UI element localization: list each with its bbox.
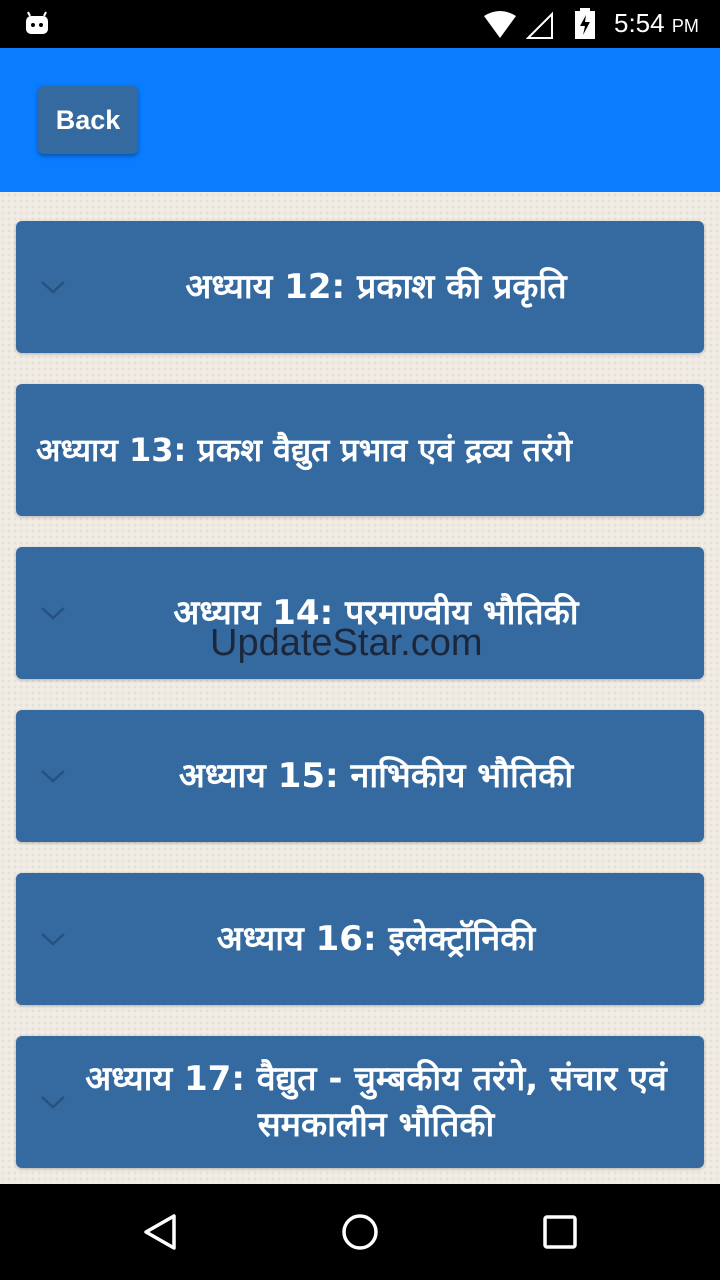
back-button[interactable]: Back <box>38 86 138 154</box>
chapter-item-15[interactable]: अध्याय 15: नाभिकीय भौतिकी <box>16 710 704 842</box>
chapter-title: अध्याय 16: इलेक्ट्रॉनिकी <box>216 919 536 959</box>
chapter-title: अध्याय 17: वैद्युत - चुम्बकीय तरंगे, संच… <box>85 1059 667 1145</box>
status-bar: 5:54 PM <box>0 0 720 48</box>
chapter-item-12[interactable]: अध्याय 12: प्रकाश की प्रकृति <box>16 221 704 353</box>
clock-time: 5:54 <box>614 8 665 38</box>
chapter-item-13[interactable]: अध्याय 13: प्रकश वैद्युत प्रभाव एवं द्रव… <box>16 384 704 516</box>
chapter-list: अध्याय 12: प्रकाश की प्रकृति अध्याय 13: … <box>0 192 720 1184</box>
recents-square-icon[interactable] <box>540 1212 580 1252</box>
wifi-icon <box>484 11 516 38</box>
chapter-title: अध्याय 12: प्रकाश की प्रकृति <box>185 267 567 307</box>
chapter-item-17[interactable]: अध्याय 17: वैद्युत - चुम्बकीय तरंगे, संच… <box>16 1036 704 1168</box>
watermark: UpdateStar.com <box>210 622 483 664</box>
system-nav-bar <box>0 1184 720 1280</box>
back-triangle-icon[interactable] <box>140 1212 180 1252</box>
android-app-icon <box>26 11 48 34</box>
status-clock: 5:54 PM <box>614 8 699 39</box>
signal-icon <box>526 11 553 39</box>
home-circle-icon[interactable] <box>340 1212 380 1252</box>
chapter-title: अध्याय 15: नाभिकीय भौतिकी <box>178 756 574 796</box>
clock-ampm: PM <box>671 16 699 36</box>
chapter-title: अध्याय 13: प्रकश वैद्युत प्रभाव एवं द्रव… <box>36 431 573 469</box>
battery-charging-icon <box>575 8 595 39</box>
chapter-item-16[interactable]: अध्याय 16: इलेक्ट्रॉनिकी <box>16 873 704 1005</box>
